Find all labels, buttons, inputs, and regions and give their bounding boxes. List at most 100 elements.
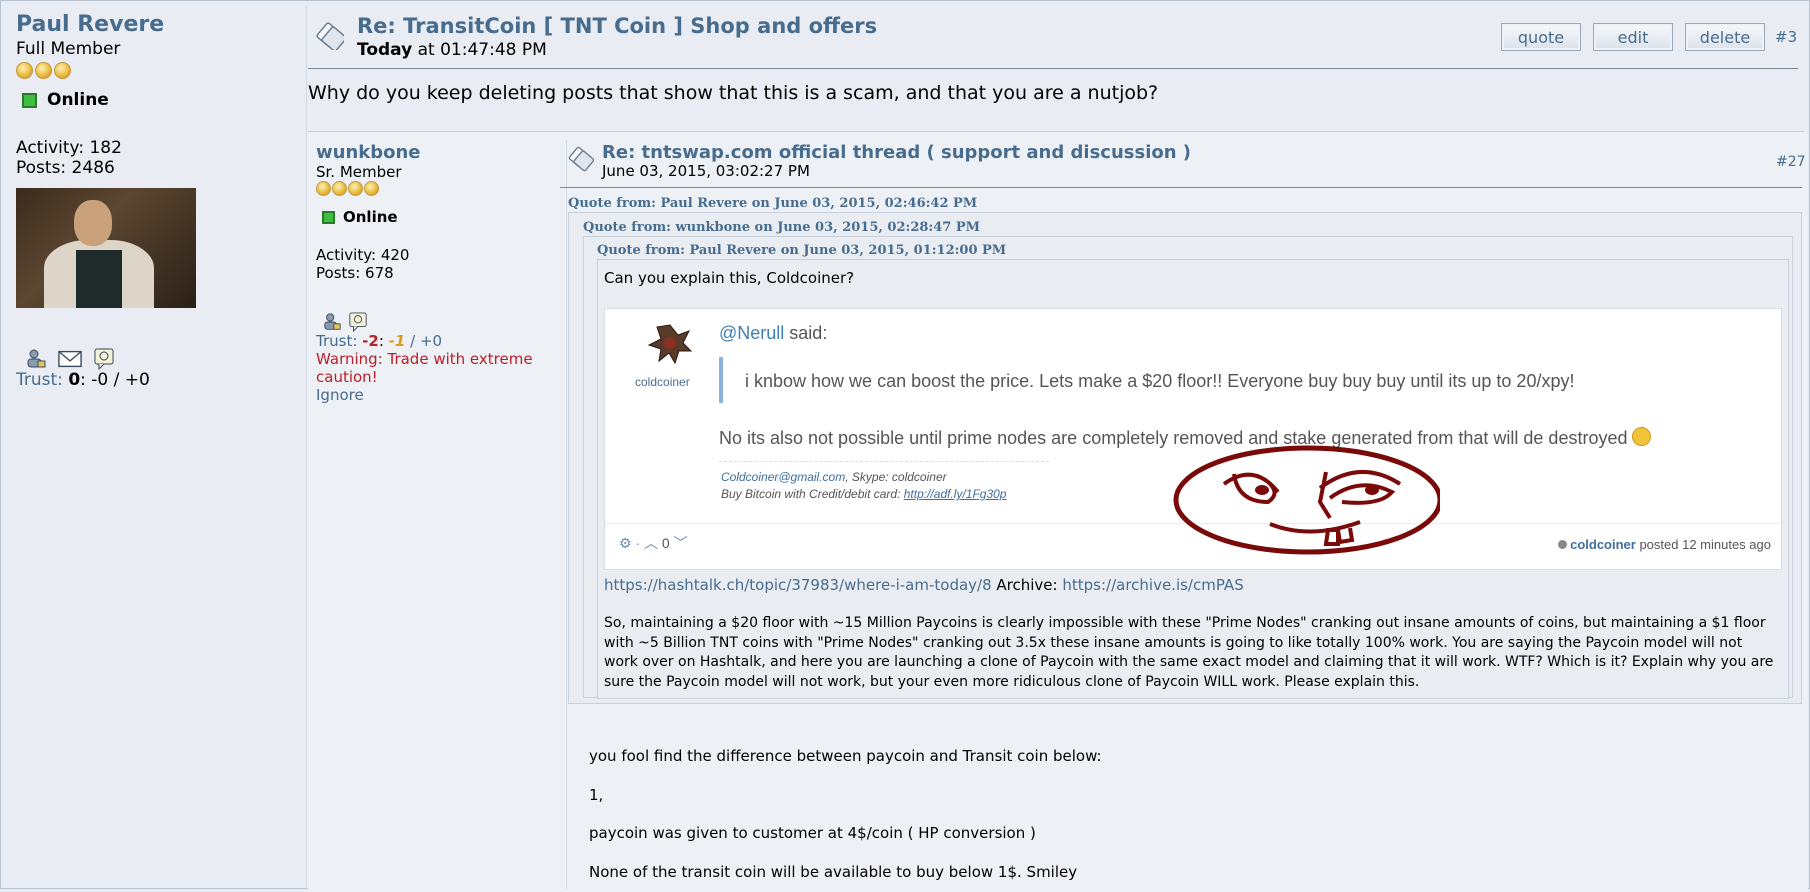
profile-icon[interactable] <box>24 348 48 370</box>
trust-warning: Warning: Trade with extreme caution! <box>316 350 533 386</box>
trust-rest: : -0 / +0 <box>80 370 150 390</box>
star-icon <box>16 62 33 79</box>
profile-icons <box>16 348 296 370</box>
post-date-time: at 01:47:48 PM <box>412 40 547 60</box>
trust-link[interactable]: Trust: <box>16 370 63 390</box>
card-posted-info: coldcoiner posted 12 minutes ago <box>1558 537 1771 552</box>
archive-link[interactable]: https://archive.is/cmPAS <box>1062 576 1243 594</box>
frown-emoji-icon <box>1632 427 1652 446</box>
message-icon[interactable] <box>348 312 368 332</box>
poster-name[interactable]: Paul Revere <box>16 12 296 37</box>
trust-middle: -1 <box>388 332 406 350</box>
post-date-today: Today <box>357 40 413 60</box>
inner-post-date: June 03, 2015, 03:02:27 PM <box>602 162 810 180</box>
online-label: Online <box>47 90 109 110</box>
star-icon <box>348 181 363 196</box>
reply-line-3: paycoin was given to customer at 4$/coin… <box>589 824 1036 842</box>
sig-buy: Buy Bitcoin with Credit/debit card: <box>721 487 904 501</box>
rank-stars <box>16 62 296 80</box>
quote-button[interactable]: quote <box>1501 23 1581 51</box>
online-status: Online <box>16 90 296 110</box>
delete-button[interactable]: delete <box>1685 23 1765 51</box>
inner-profile-icons <box>316 312 556 332</box>
trust-score: Trust: 0: -0 / +0 <box>16 370 296 390</box>
quote-text-3: Can you explain this, Coldcoiner? <box>604 269 855 287</box>
poster-rank: Full Member <box>16 39 121 59</box>
inner-header-divider <box>560 187 1802 188</box>
avatar <box>16 188 196 308</box>
inner-trust-link[interactable]: Trust: <box>316 332 357 350</box>
message-icon[interactable] <box>92 348 116 370</box>
post-message: Why do you keep deleting posts that show… <box>308 82 1159 104</box>
reply-line-2: 1, <box>589 786 604 804</box>
post-icon <box>316 22 344 50</box>
inner-user-name[interactable]: wunkbone <box>316 142 556 163</box>
trust-positive: / +0 <box>410 332 443 350</box>
header-divider <box>308 68 1798 69</box>
inner-user-activity: Activity: 420 <box>316 246 410 264</box>
inner-column-divider <box>566 140 567 889</box>
inner-trust: Trust: -2: -1 / +0 <box>316 332 556 350</box>
upvote-icon[interactable]: ︿ <box>644 535 658 551</box>
hashtalk-link[interactable]: https://hashtalk.ch/topic/37983/where-i-… <box>604 576 992 594</box>
trust-value: 0 <box>68 370 81 390</box>
sig-email[interactable]: Coldcoiner@gmail.com <box>721 470 845 484</box>
signature-divider <box>719 461 1049 462</box>
column-divider <box>306 6 307 889</box>
coldcoiner-avatar-icon <box>647 324 693 365</box>
card-signature: Coldcoiner@gmail.com, Skype: coldcoiner … <box>721 469 1006 503</box>
vote-count: 0 <box>661 535 670 551</box>
trollface-drawing <box>1173 445 1440 555</box>
gear-icon[interactable]: ⚙ <box>619 535 632 551</box>
trust-sep: : <box>378 332 384 350</box>
post-number[interactable]: #3 <box>1775 28 1797 46</box>
trust-negative: -2 <box>362 332 379 350</box>
star-icon <box>35 62 52 79</box>
reply-line-1: you fool find the difference between pay… <box>589 747 1102 765</box>
card-quote: i knbow how we can boost the price. Lets… <box>745 371 1575 391</box>
posted-time: posted 12 minutes ago <box>1635 537 1771 552</box>
post-icon <box>568 146 594 172</box>
card-said-line: @Nerull said: <box>719 323 827 344</box>
card-votes: ⚙ · ︿ 0 ﹀ <box>619 535 688 551</box>
inner-user-rank: Sr. Member <box>316 163 402 181</box>
poster-profile: Paul Revere Full Member Online Activity:… <box>16 12 296 390</box>
email-icon[interactable] <box>58 348 82 370</box>
sig-link[interactable]: http://adf.ly/1Fg30p <box>904 487 1007 501</box>
post-title[interactable]: Re: TransitCoin [ TNT Coin ] Shop and of… <box>357 14 877 38</box>
status-dot-icon <box>1558 540 1568 549</box>
inner-user-posts: Posts: 678 <box>316 264 394 282</box>
poster-activity: Activity: 182 <box>16 138 122 158</box>
inner-user-profile: wunkbone Sr. Member Online Activity: 420… <box>316 142 556 404</box>
quote-header-3[interactable]: Quote from: Paul Revere on June 03, 2015… <box>597 243 1006 258</box>
reply-line-4: None of the transit coin will be availab… <box>589 863 1078 881</box>
blockquote-bar <box>719 357 723 403</box>
inner-online-status: Online <box>316 208 556 226</box>
profile-icon[interactable] <box>322 312 342 332</box>
poster-posts: Posts: 2486 <box>16 158 115 178</box>
card-said: said: <box>784 323 828 343</box>
archive-label: Archive: <box>991 576 1063 594</box>
downvote-icon[interactable]: ﹀ <box>674 535 688 551</box>
quote-header-2[interactable]: Quote from: wunkbone on June 03, 2015, 0… <box>583 220 980 235</box>
online-indicator-icon <box>322 210 335 224</box>
star-icon <box>332 181 347 196</box>
star-icon <box>54 62 71 79</box>
inner-online-label: Online <box>343 208 398 226</box>
card-username[interactable]: coldcoiner <box>635 375 690 389</box>
card-mention[interactable]: @Nerull <box>719 323 784 343</box>
ignore-link[interactable]: Ignore <box>316 386 556 404</box>
inner-post-title[interactable]: Re: tntswap.com official thread ( suppor… <box>602 142 1191 163</box>
sig-skype: , Skype: coldcoiner <box>845 470 947 484</box>
star-icon <box>364 181 379 196</box>
star-icon <box>316 181 331 196</box>
posted-user[interactable]: coldcoiner <box>1570 537 1636 552</box>
post-date: Today at 01:47:48 PM <box>357 40 547 60</box>
source-links: https://hashtalk.ch/topic/37983/where-i-… <box>604 576 1244 594</box>
inner-post-number[interactable]: #27 <box>1776 154 1806 170</box>
online-indicator-icon <box>22 92 37 108</box>
edit-button[interactable]: edit <box>1593 23 1673 51</box>
inner-rank-stars <box>316 181 556 200</box>
quote-header-1[interactable]: Quote from: Paul Revere on June 03, 2015… <box>568 196 977 211</box>
quote-paragraph: So, maintaining a $20 floor with ~15 Mil… <box>604 615 1774 690</box>
